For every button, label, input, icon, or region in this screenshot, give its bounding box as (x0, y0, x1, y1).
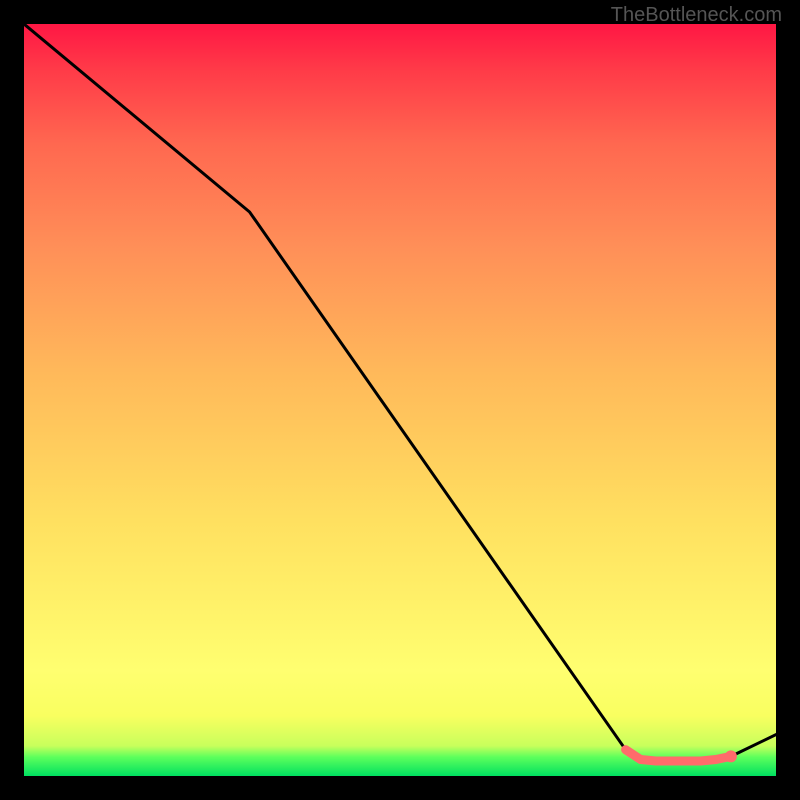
chart-highlight-segment (626, 750, 731, 761)
chart-highlight-end-dot (725, 750, 737, 762)
chart-line (24, 24, 776, 761)
chart-line-group (24, 24, 776, 762)
watermark-text: TheBottleneck.com (611, 4, 782, 27)
chart-svg (24, 24, 776, 776)
